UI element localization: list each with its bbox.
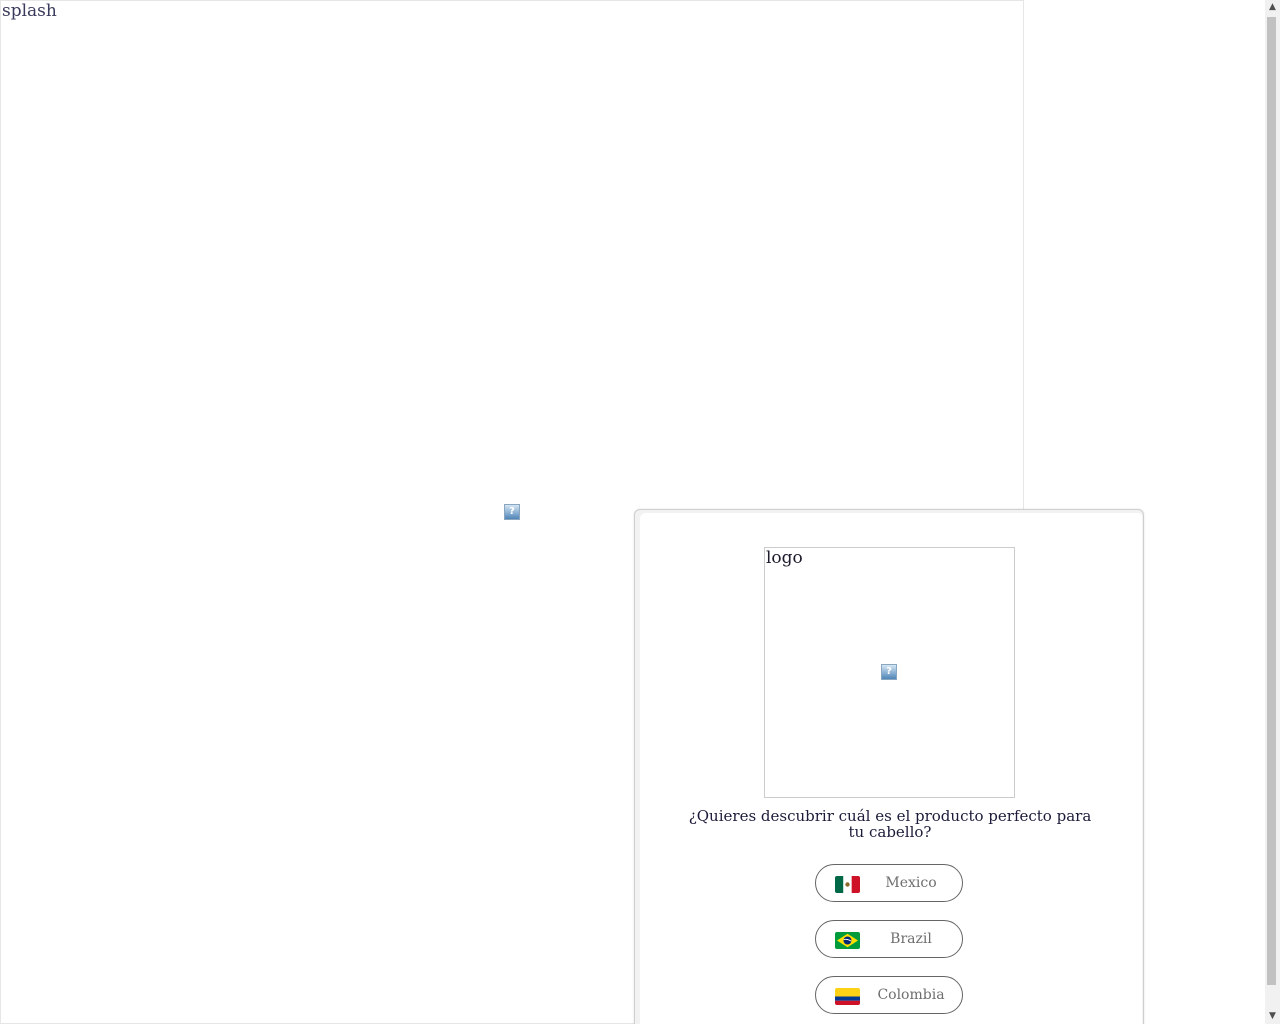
colombia-flag-icon <box>835 988 860 1005</box>
broken-image-icon: ? <box>881 664 897 680</box>
scroll-down-arrow-icon[interactable]: ▼ <box>1265 1009 1280 1024</box>
country-label: Mexico <box>885 875 937 891</box>
vertical-scrollbar[interactable]: ▲ ▼ <box>1265 0 1280 1024</box>
country-select-modal: logo ? ¿Quieres descubrir cuál es el pro… <box>634 509 1144 1024</box>
country-button-colombia[interactable]: Colombia <box>815 976 963 1014</box>
country-label: Brazil <box>890 931 932 947</box>
scrollbar-thumb[interactable] <box>1267 17 1276 985</box>
country-label: Colombia <box>877 987 945 1003</box>
country-button-brazil[interactable]: Brazil <box>815 920 963 958</box>
prompt-text: ¿Quieres descubrir cuál es el producto p… <box>688 807 1092 841</box>
modal-body: logo ? ¿Quieres descubrir cuál es el pro… <box>640 513 1142 1024</box>
mexico-flag-icon <box>835 876 860 893</box>
page: splash ? logo ? ¿Quieres descubrir cuál … <box>0 0 1280 1024</box>
broken-image-icon: ? <box>504 504 520 520</box>
scroll-up-arrow-icon[interactable]: ▲ <box>1265 0 1280 15</box>
brazil-flag-icon <box>835 932 860 949</box>
logo-alt-text: logo <box>766 548 803 568</box>
splash-alt-text: splash <box>2 1 57 21</box>
country-button-mexico[interactable]: Mexico <box>815 864 963 902</box>
logo-image: logo ? <box>764 547 1015 798</box>
